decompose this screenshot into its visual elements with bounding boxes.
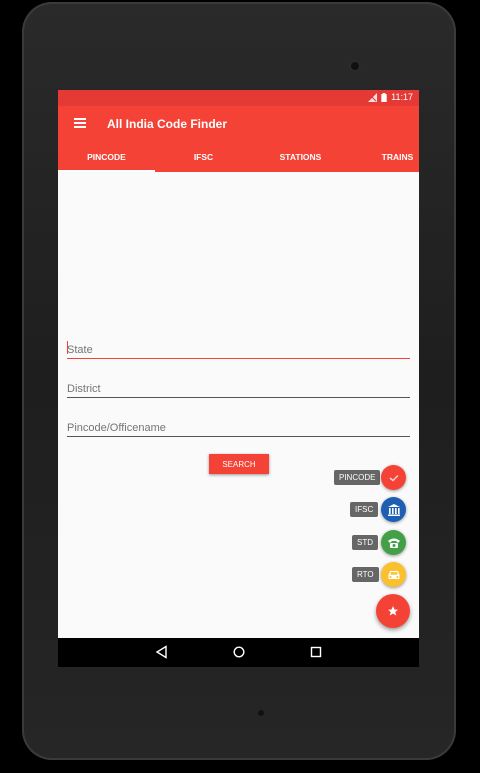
district-input[interactable] [67, 381, 410, 397]
status-bar: 11:17 [58, 90, 419, 106]
fab-ifsc-button[interactable] [381, 497, 406, 522]
app-title: All India Code Finder [107, 117, 228, 131]
signal-icon [368, 92, 378, 102]
star-icon [388, 606, 398, 616]
check-icon [389, 474, 399, 482]
bank-icon [387, 503, 400, 516]
status-time: 11:17 [391, 92, 413, 102]
navigation-bar [58, 638, 419, 667]
hamburger-menu-icon[interactable] [74, 118, 86, 128]
tab-pincode[interactable]: PINCODE [58, 142, 155, 172]
phone-icon [387, 538, 400, 548]
fab-pincode-button[interactable] [381, 465, 406, 490]
back-icon[interactable] [155, 645, 169, 659]
text-caret [67, 341, 68, 354]
pincode-officename-input[interactable] [67, 420, 410, 436]
fab-label-rto: RTO [352, 567, 379, 582]
app-screen: 11:17 All India Code Finder PINCODE IFSC… [58, 90, 419, 667]
state-input[interactable] [67, 342, 410, 358]
app-bar: All India Code Finder PINCODE IFSC STATI… [58, 106, 419, 172]
fab-main-button[interactable] [376, 594, 410, 628]
car-icon [388, 570, 399, 579]
recent-apps-icon[interactable] [309, 645, 323, 659]
fab-label-std: STD [352, 535, 378, 550]
front-camera [349, 60, 361, 72]
search-button[interactable]: SEARCH [209, 454, 269, 474]
fab-rto-button[interactable] [381, 562, 406, 587]
tab-trains[interactable]: TRAINS [349, 142, 419, 172]
home-icon[interactable] [232, 645, 246, 659]
fab-label-pincode: PINCODE [334, 470, 381, 485]
state-field [67, 340, 410, 359]
fab-std-button[interactable] [381, 530, 406, 555]
fab-label-ifsc: IFSC [350, 502, 379, 517]
district-field [67, 379, 410, 398]
pincode-field [67, 418, 410, 437]
tab-ifsc[interactable]: IFSC [155, 142, 252, 172]
tab-bar: PINCODE IFSC STATIONS TRAINS [58, 142, 419, 172]
tab-stations[interactable]: STATIONS [252, 142, 349, 172]
sensor-dot [258, 710, 264, 716]
battery-icon [381, 92, 387, 102]
